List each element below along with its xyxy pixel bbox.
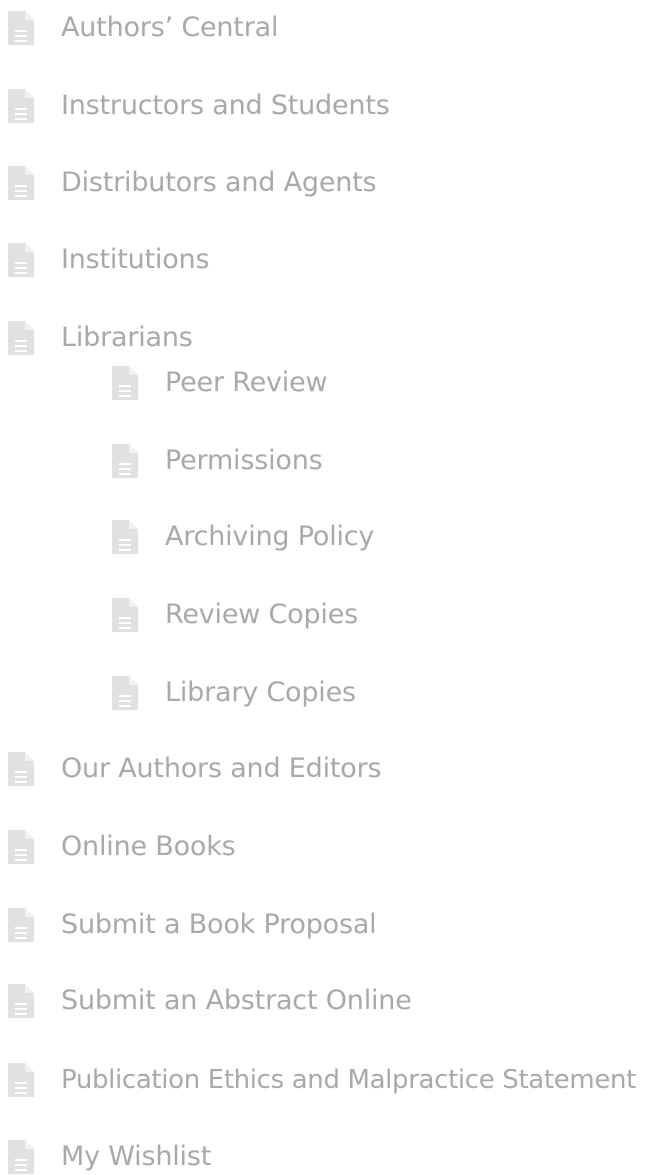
document-icon [112, 598, 138, 632]
menu-item-our-authors-editors[interactable]: Our Authors and Editors [8, 751, 382, 787]
document-icon [8, 11, 34, 45]
document-icon [112, 444, 138, 478]
document-icon [8, 321, 34, 355]
menu-item-institutions[interactable]: Institutions [8, 242, 210, 278]
document-icon [8, 830, 34, 864]
submenu-item-permissions[interactable]: Permissions [112, 443, 323, 479]
resources-menu: Authors’ Central Instructors and Student… [0, 0, 669, 1175]
document-icon [112, 520, 138, 554]
menu-item-my-wishlist[interactable]: My Wishlist [8, 1139, 211, 1175]
menu-item-label: Instructors and Students [61, 90, 390, 121]
menu-item-label: Online Books [61, 831, 236, 862]
document-icon [8, 243, 34, 277]
document-icon [8, 166, 34, 200]
submenu-item-archiving-policy[interactable]: Archiving Policy [112, 519, 374, 555]
submenu-item-library-copies[interactable]: Library Copies [112, 675, 356, 711]
menu-item-instructors-students[interactable]: Instructors and Students [8, 88, 390, 124]
menu-item-label: Our Authors and Editors [61, 753, 382, 784]
submenu-item-peer-review[interactable]: Peer Review [112, 365, 328, 401]
menu-item-authors-central[interactable]: Authors’ Central [8, 10, 278, 46]
menu-item-submit-abstract-online[interactable]: Submit an Abstract Online [8, 983, 412, 1019]
menu-item-label: Submit an Abstract Online [61, 985, 412, 1016]
submenu-item-label: Library Copies [165, 677, 356, 708]
document-icon [8, 89, 34, 123]
document-icon [112, 366, 138, 400]
submenu-item-review-copies[interactable]: Review Copies [112, 597, 358, 633]
menu-item-submit-book-proposal[interactable]: Submit a Book Proposal [8, 907, 377, 943]
document-icon [8, 984, 34, 1018]
menu-item-label: Publication Ethics and Malpractice State… [61, 1065, 636, 1095]
menu-item-label: Submit a Book Proposal [61, 909, 377, 940]
document-icon [8, 1063, 34, 1097]
menu-item-label: My Wishlist [61, 1141, 212, 1172]
submenu-item-label: Permissions [165, 445, 323, 476]
menu-item-online-books[interactable]: Online Books [8, 829, 236, 865]
menu-item-publication-ethics[interactable]: Publication Ethics and Malpractice State… [8, 1062, 636, 1098]
menu-item-label: Librarians [61, 322, 193, 353]
menu-item-label: Distributors and Agents [61, 167, 377, 198]
menu-item-distributors-agents[interactable]: Distributors and Agents [8, 165, 377, 201]
submenu-item-label: Peer Review [165, 367, 328, 398]
submenu-item-label: Review Copies [165, 599, 359, 630]
document-icon [8, 1140, 34, 1174]
menu-item-label: Authors’ Central [61, 12, 279, 43]
document-icon [8, 908, 34, 942]
document-icon [8, 752, 34, 786]
submenu-item-label: Archiving Policy [165, 521, 375, 552]
menu-item-librarians[interactable]: Librarians [8, 320, 193, 356]
document-icon [112, 676, 138, 710]
menu-item-label: Institutions [61, 244, 210, 275]
